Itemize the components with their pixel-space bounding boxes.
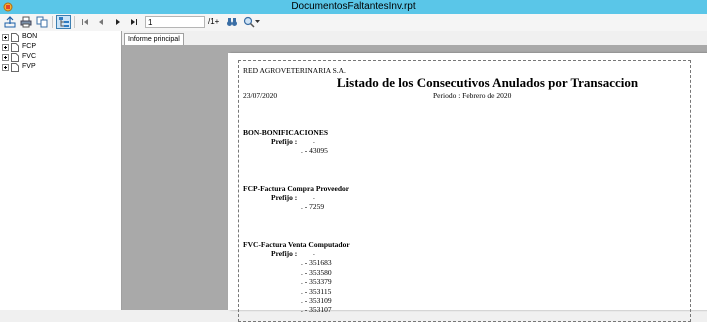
page-total-label: /1+	[208, 17, 220, 26]
zoom-icon	[243, 16, 255, 28]
viewer-toolbar: /1+	[0, 14, 707, 32]
report-date: 23/07/2020	[243, 91, 278, 100]
tree-item-bon[interactable]: BON	[2, 32, 37, 42]
next-page-icon	[115, 19, 120, 25]
tree-item-fvp[interactable]: FVP	[2, 62, 36, 72]
group-tree-icon	[58, 17, 69, 27]
expand-icon[interactable]	[2, 43, 9, 51]
first-page-button[interactable]	[77, 15, 92, 29]
group-tree-panel: BON FCP FVC FVP	[0, 31, 122, 310]
next-page-button[interactable]	[110, 15, 125, 29]
last-page-icon	[130, 19, 137, 25]
chevron-down-icon	[254, 20, 260, 23]
prefix-value: .	[313, 136, 315, 145]
tree-item-label: FCP	[22, 43, 36, 50]
export-icon	[4, 16, 15, 28]
copy-icon	[36, 16, 47, 28]
previous-page-button[interactable]	[93, 15, 108, 29]
toolbar-separator	[52, 16, 53, 28]
binoculars-icon	[226, 18, 237, 26]
tree-item-label: FVC	[22, 53, 36, 60]
consecutive-value: . - 353379	[301, 277, 332, 286]
consecutive-value: . - 353115	[301, 287, 332, 296]
report-title: Listado de los Consecutivos Anulados por…	[336, 75, 639, 90]
title-bar: DocumentosFaltantesInv.rpt	[0, 0, 707, 14]
section-heading: FCP-Factura Compra Proveedor	[243, 184, 350, 193]
prefix-value: .	[313, 248, 315, 257]
prefix-value: .	[313, 192, 315, 201]
document-icon	[11, 62, 19, 72]
toggle-tree-button[interactable]	[56, 15, 71, 29]
report-tabstrip: Informe principal	[122, 31, 707, 46]
zoom-button[interactable]	[240, 15, 262, 29]
document-icon	[11, 52, 19, 62]
prefix-label: Prefijo :	[271, 137, 298, 146]
first-page-icon	[81, 19, 88, 25]
printer-icon	[20, 16, 31, 28]
consecutive-value: . - 353109	[301, 296, 332, 305]
expand-icon[interactable]	[2, 53, 9, 61]
report-period: Periodo : Febrero de 2020	[433, 91, 512, 100]
consecutive-value: . - 353580	[301, 268, 332, 277]
window-title: DocumentosFaltantesInv.rpt	[291, 1, 416, 12]
find-button[interactable]	[224, 15, 239, 29]
tree-item-label: BON	[22, 33, 38, 40]
print-button[interactable]	[18, 15, 33, 29]
company-name: RED AGROVETERINARIA S.A.	[243, 66, 346, 75]
document-icon	[11, 32, 19, 42]
consecutive-value: . - 43095	[301, 146, 328, 155]
consecutive-value: . - 7259	[301, 202, 325, 211]
toolbar-separator	[74, 16, 75, 28]
copy-button[interactable]	[34, 15, 49, 29]
consecutive-value: . - 351683	[301, 258, 332, 267]
prefix-label: Prefijo :	[271, 249, 298, 258]
last-page-button[interactable]	[126, 15, 141, 29]
document-icon	[11, 42, 19, 52]
page-number-input[interactable]	[145, 16, 205, 28]
section-heading: BON-BONIFICACIONES	[243, 128, 329, 137]
previous-page-icon	[98, 19, 103, 25]
section-heading: FVC-Factura Venta Computador	[243, 240, 350, 249]
prefix-label: Prefijo :	[271, 193, 298, 202]
tree-item-label: FVP	[22, 63, 36, 70]
report-page: RED AGROVETERINARIA S.A. Listado de los …	[228, 53, 707, 322]
export-button[interactable]	[2, 15, 17, 29]
tree-item-fcp[interactable]: FCP	[2, 42, 36, 52]
report-viewer-area[interactable]: RED AGROVETERINARIA S.A. Listado de los …	[122, 45, 707, 322]
expand-icon[interactable]	[2, 33, 9, 41]
tree-item-fvc[interactable]: FVC	[2, 52, 36, 62]
expand-icon[interactable]	[2, 63, 9, 71]
